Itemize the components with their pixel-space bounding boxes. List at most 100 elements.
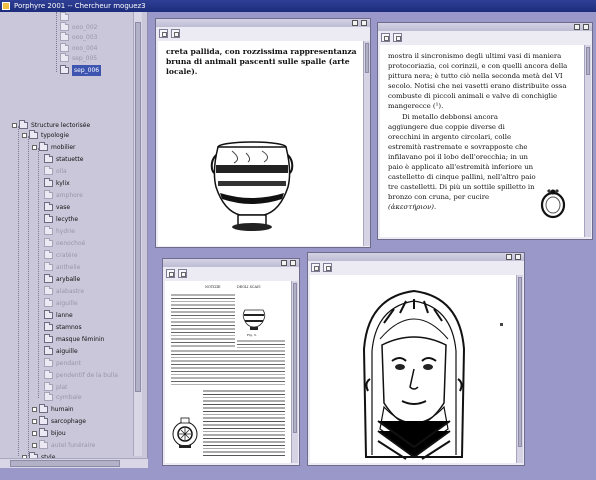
copy-page-icon[interactable] (178, 269, 187, 278)
document-window-text[interactable]: mostra il sincronismo degli ultimi vasi … (377, 22, 593, 240)
folder-icon (44, 274, 53, 283)
document-window-full-page[interactable]: NOTIZIE DEGLI SCAVI Fig. 3. (162, 258, 300, 466)
tree-item[interactable]: kylix (44, 178, 70, 189)
tree-horizontal-scroll-thumb[interactable] (10, 460, 120, 467)
window-restore-icon[interactable] (352, 20, 358, 26)
window-vertical-scrollbar[interactable] (291, 281, 298, 463)
scroll-thumb[interactable] (518, 277, 522, 447)
tree-item[interactable]: sep_006 (60, 65, 102, 76)
window-vertical-scrollbar[interactable] (516, 275, 523, 463)
copy-page-icon[interactable] (323, 263, 332, 272)
tree-item[interactable]: oenochoé (44, 238, 85, 249)
structure-tree-panel[interactable]: ooo_002 ooo_003 ooo_004 sep_005 sep_006 Struc… (0, 12, 148, 468)
folder-icon (60, 12, 69, 21)
tree-item[interactable]: autel funéraire (32, 440, 95, 451)
expand-toggle-icon[interactable] (32, 431, 37, 436)
window-vertical-scrollbar[interactable] (584, 45, 591, 237)
tree-item[interactable]: typologie (22, 130, 69, 141)
tree-item[interactable]: alabastre (44, 286, 84, 297)
page-view-icon[interactable] (381, 33, 390, 42)
page-text: creta pallida, con rozzissima rappresent… (166, 47, 357, 76)
folder-icon (39, 142, 48, 151)
expand-toggle-icon[interactable] (22, 133, 27, 138)
tree-item[interactable]: ooo_003 (60, 32, 97, 43)
folder-icon (44, 310, 53, 319)
window-maximize-icon[interactable] (290, 260, 296, 266)
tree-item[interactable]: stamnos (44, 322, 82, 333)
tree-item-label: kylix (56, 180, 70, 187)
tree-item-label: aiguille (56, 348, 78, 355)
tree-item[interactable]: vase (44, 202, 70, 213)
scroll-thumb[interactable] (293, 283, 297, 433)
expand-toggle-icon[interactable] (32, 145, 37, 150)
folder-icon (44, 214, 53, 223)
window-toolbar (308, 261, 524, 274)
tree-vertical-scrollbar[interactable] (133, 12, 142, 456)
tree-item[interactable]: aiguille (44, 346, 78, 357)
folder-icon (19, 120, 28, 129)
tree-item-label: ooo_003 (72, 34, 98, 41)
scroll-thumb[interactable] (586, 47, 590, 75)
tree-vertical-scroll-thumb[interactable] (135, 22, 141, 392)
tree-item[interactable]: aryballe (44, 274, 80, 285)
tree-item[interactable]: pendant (44, 358, 81, 369)
window-title-bar[interactable] (378, 23, 592, 31)
tree-item[interactable]: cratère (44, 250, 78, 261)
tree-item-label: sep_006 (72, 65, 102, 76)
window-maximize-icon[interactable] (583, 24, 589, 30)
expand-toggle-icon[interactable] (32, 419, 37, 424)
tree-item[interactable]: cymbale (44, 392, 82, 403)
copy-page-icon[interactable] (393, 33, 402, 42)
paragraph-2-text: Di metallo debbonsi ancora aggiungere du… (388, 112, 536, 202)
window-title-bar[interactable] (308, 253, 524, 261)
window-maximize-icon[interactable] (361, 20, 367, 26)
tree-item[interactable]: aiguille (44, 298, 78, 309)
page-view-icon[interactable] (166, 269, 175, 278)
window-restore-icon[interactable] (574, 24, 580, 30)
paragraph-1: mostra il sincronismo degli ultimi vasi … (388, 52, 568, 111)
window-vertical-scrollbar[interactable] (363, 41, 370, 246)
tree-horizontal-scrollbar[interactable] (0, 458, 148, 468)
document-window-mask[interactable] (307, 252, 525, 466)
tree-item[interactable]: pendentif de la bulla (44, 370, 118, 381)
tree-item-label: bijou (51, 430, 66, 437)
tree-item-label: sarcophage (51, 418, 86, 425)
tree-item-label: lanne (56, 312, 73, 319)
tree-item[interactable]: masque féminin (44, 334, 104, 345)
copy-page-icon[interactable] (171, 29, 180, 38)
tree-item-label: anthelie (56, 264, 81, 271)
tree-item[interactable]: sarcophage (32, 416, 86, 427)
window-toolbar (156, 27, 370, 40)
tree-item[interactable]: lanne (44, 310, 73, 321)
tree-item[interactable]: olla (44, 166, 67, 177)
folder-icon (39, 428, 48, 437)
tree-item[interactable]: lecythe (44, 214, 78, 225)
tree-item[interactable]: bijou (32, 428, 66, 439)
tree-item-label: oenochoé (56, 240, 86, 247)
tree-item[interactable]: humain (32, 404, 74, 415)
tree-item[interactable]: statuette (44, 154, 83, 165)
earring-illustration (540, 189, 566, 219)
window-restore-icon[interactable] (281, 260, 287, 266)
document-window-vase[interactable]: creta pallida, con rozzissima rappresent… (155, 18, 371, 248)
page-text-column-right (237, 339, 285, 349)
tree-connector-line (28, 136, 29, 456)
window-maximize-icon[interactable] (515, 254, 521, 260)
folder-icon (44, 262, 53, 271)
page-header-left: NOTIZIE (205, 285, 221, 289)
tree-item[interactable]: amphore (44, 190, 83, 201)
window-restore-icon[interactable] (506, 254, 512, 260)
tree-item-label: olla (56, 168, 67, 175)
tree-item[interactable]: hydrie (44, 226, 75, 237)
tree-item[interactable]: anthelie (44, 262, 80, 273)
expand-toggle-icon[interactable] (32, 407, 37, 412)
tree-item[interactable]: sep_005 (60, 53, 97, 64)
page-view-icon[interactable] (159, 29, 168, 38)
scroll-thumb[interactable] (365, 43, 369, 73)
window-title-bar[interactable] (156, 19, 370, 27)
window-title-bar[interactable] (163, 259, 299, 267)
small-vase-figure (242, 309, 266, 330)
expand-toggle-icon[interactable] (32, 443, 37, 448)
expand-toggle-icon[interactable] (12, 123, 17, 128)
page-view-icon[interactable] (311, 263, 320, 272)
